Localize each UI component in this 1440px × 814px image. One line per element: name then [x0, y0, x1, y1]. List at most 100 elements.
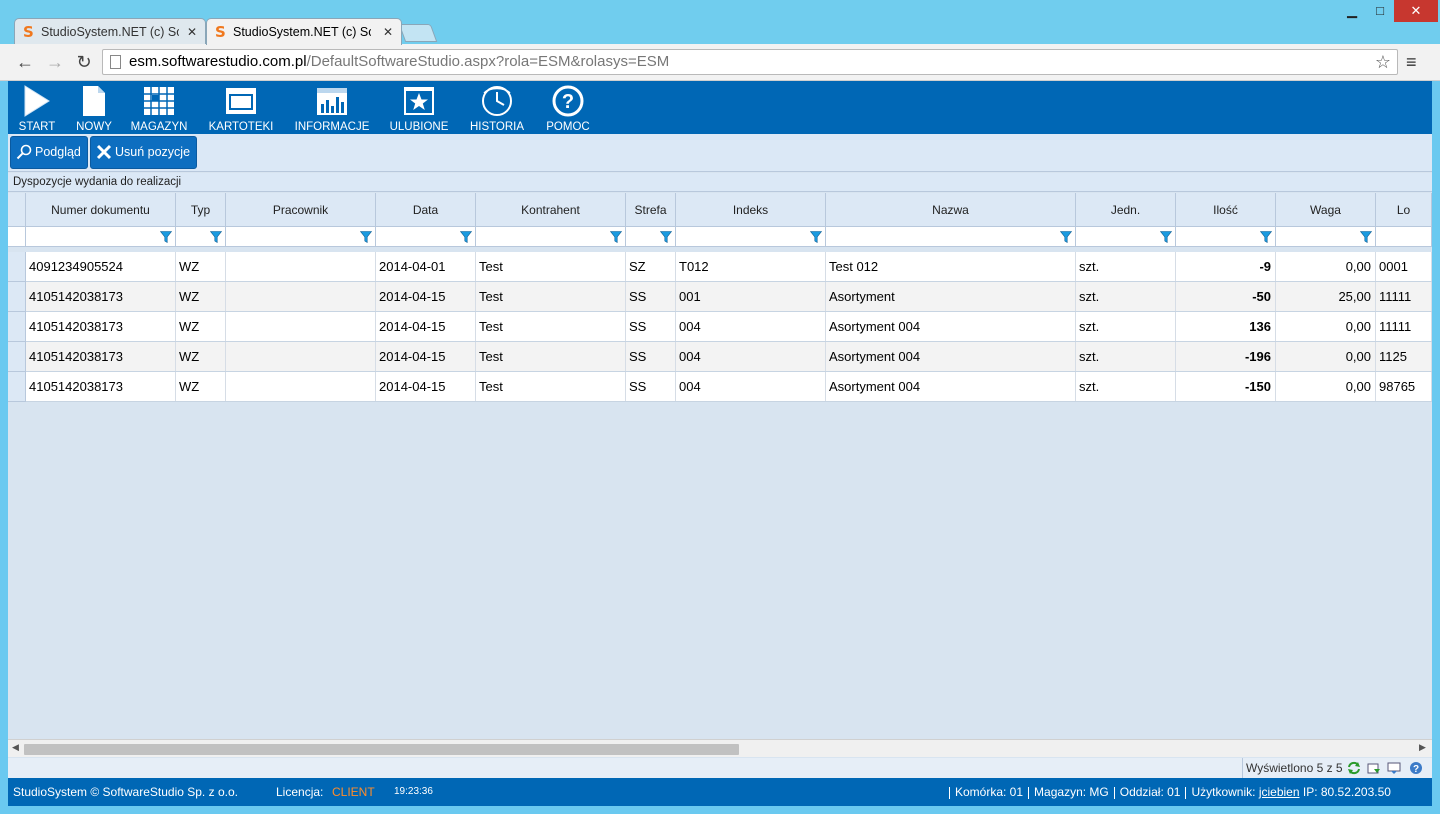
menu-item-historia[interactable]: HISTORIA — [464, 84, 530, 134]
cell-jedn: szt. — [1076, 342, 1176, 371]
cell-ilosc: -150 — [1176, 372, 1276, 401]
row-selector[interactable] — [8, 282, 26, 312]
filter-input-ilosc[interactable] — [1176, 227, 1276, 247]
filter-input-waga[interactable] — [1276, 227, 1376, 247]
scroll-right-icon[interactable]: ▶ — [1419, 742, 1426, 753]
address-bar[interactable]: esm.softwarestudio.com.pl/DefaultSoftwar… — [102, 49, 1398, 75]
menu-item-magazyn[interactable]: MAGAZYN — [128, 84, 190, 134]
menu-item-informacje[interactable]: INFORMACJE — [292, 84, 372, 134]
window-border — [8, 806, 1432, 814]
close-window-button[interactable]: ✕ — [1394, 0, 1438, 22]
filter-input-data[interactable] — [376, 227, 476, 247]
forward-arrow-icon[interactable]: → — [44, 52, 66, 72]
preview-button[interactable]: Podgląd — [10, 136, 88, 169]
filter-input-indeks[interactable] — [676, 227, 826, 247]
column-header-pracownik[interactable]: Pracownik — [226, 193, 376, 227]
filter-funnel-icon[interactable] — [1360, 231, 1372, 243]
filter-funnel-icon[interactable] — [1260, 231, 1272, 243]
row-selector[interactable] — [8, 312, 26, 342]
svg-text:?: ? — [562, 91, 574, 113]
import-icon[interactable] — [1387, 761, 1401, 775]
filter-funnel-icon[interactable] — [1160, 231, 1172, 243]
filter-funnel-icon[interactable] — [210, 231, 222, 243]
filter-funnel-icon[interactable] — [360, 231, 372, 243]
filter-input-jedn[interactable] — [1076, 227, 1176, 247]
bookmark-star-icon[interactable]: ☆ — [1375, 50, 1391, 74]
remove-items-button[interactable]: Usuń pozycje — [90, 136, 198, 169]
filter-input-typ[interactable] — [176, 227, 226, 247]
table-row[interactable]: 4091234905524 WZ 2014-04-01 Test SZ T012 Test … — [26, 252, 1432, 282]
browser-menu-icon[interactable]: ≡ — [1406, 52, 1424, 72]
filter-funnel-icon[interactable] — [660, 231, 672, 243]
browser-tab-1[interactable]: S StudioSystem.NET (c) Soft ✕ — [14, 18, 206, 45]
cell-strefa: SZ — [626, 252, 676, 281]
column-header-ilosc[interactable]: Ilość — [1176, 193, 1276, 227]
column-header-indeks[interactable]: Indeks — [676, 193, 826, 227]
filter-funnel-icon[interactable] — [610, 231, 622, 243]
menu-item-ulubione[interactable]: ULUBIONE — [386, 84, 452, 134]
table-row[interactable]: 4105142038173 WZ 2014-04-15 Test SS 001 Asorty… — [26, 282, 1432, 312]
main-menu: START NOWY MAGAZYN KARTOTEKI INFORMACJE … — [8, 81, 1432, 134]
column-header-waga[interactable]: Waga — [1276, 193, 1376, 227]
filter-input-kontrahent[interactable] — [476, 227, 626, 247]
refresh-icon[interactable] — [1347, 761, 1361, 775]
cell-pracownik — [226, 342, 376, 371]
back-arrow-icon[interactable]: ← — [14, 52, 36, 72]
scrollbar-thumb[interactable] — [24, 744, 739, 755]
column-header-typ[interactable]: Typ — [176, 193, 226, 227]
cell-ilosc: -196 — [1176, 342, 1276, 371]
cell-jedn: szt. — [1076, 372, 1176, 401]
menu-item-nowy[interactable]: NOWY — [72, 84, 116, 134]
menu-item-start[interactable]: START — [14, 84, 60, 134]
cell-numer-dokumentu: 4105142038173 — [26, 282, 176, 311]
export-icon[interactable] — [1367, 761, 1381, 775]
table-row[interactable]: 4105142038173 WZ 2014-04-15 Test SS 004 Asorty… — [26, 312, 1432, 342]
status-bar: StudioSystem © SoftwareStudio Sp. z o.o.… — [8, 778, 1432, 806]
minimize-button[interactable]: ▁ — [1338, 0, 1366, 22]
filter-input-nazwa[interactable] — [826, 227, 1076, 247]
cell-nazwa: Asortyment 004 — [826, 342, 1076, 371]
browser-navbar: ← → ↻ esm.softwarestudio.com.pl/DefaultS… — [0, 44, 1440, 81]
magnifier-icon — [16, 144, 32, 160]
filter-input-strefa[interactable] — [626, 227, 676, 247]
tab-close-icon[interactable]: ✕ — [187, 19, 197, 45]
column-header-jedn[interactable]: Jedn. — [1076, 193, 1176, 227]
row-selector[interactable] — [8, 252, 26, 282]
filter-input-pracownik[interactable] — [226, 227, 376, 247]
menu-label: INFORMACJE — [294, 121, 370, 133]
url-host: esm.softwarestudio.com.pl — [129, 53, 307, 70]
table-row[interactable]: 4105142038173 WZ 2014-04-15 Test SS 004 Asorty… — [26, 372, 1432, 402]
menu-item-pomoc[interactable]: ? POMOC — [542, 84, 594, 134]
scroll-left-icon[interactable]: ◀ — [12, 742, 19, 753]
filter-funnel-icon[interactable] — [810, 231, 822, 243]
cell-kontrahent: Test — [476, 252, 626, 281]
row-selector[interactable] — [8, 342, 26, 372]
row-selector[interactable] — [8, 372, 26, 402]
column-header-nazwa[interactable]: Nazwa — [826, 193, 1076, 227]
menu-item-kartoteki[interactable]: KARTOTEKI — [204, 84, 278, 134]
column-header-strefa[interactable]: Strefa — [626, 193, 676, 227]
new-tab-button[interactable] — [398, 24, 438, 42]
column-header-lokalizacja[interactable]: Lo — [1376, 193, 1432, 227]
filter-funnel-icon[interactable] — [1060, 231, 1072, 243]
cell-kontrahent: Test — [476, 312, 626, 341]
column-header-data[interactable]: Data — [376, 193, 476, 227]
browser-tab-2[interactable]: S StudioSystem.NET (c) Soft ✕ — [206, 18, 402, 45]
cell-waga: 25,00 — [1276, 282, 1376, 311]
filter-funnel-icon[interactable] — [160, 231, 172, 243]
column-header-kontrahent[interactable]: Kontrahent — [476, 193, 626, 227]
filter-input-numer-dokumentu[interactable] — [26, 227, 176, 247]
table-row[interactable]: 4105142038173 WZ 2014-04-15 Test SS 004 Asorty… — [26, 342, 1432, 372]
horizontal-scrollbar[interactable]: ◀ ▶ — [8, 739, 1432, 757]
cell-jedn: szt. — [1076, 252, 1176, 281]
filter-input-lokalizacja[interactable] — [1376, 227, 1432, 247]
browser-titlebar: S StudioSystem.NET (c) Soft ✕ S StudioSy… — [0, 0, 1440, 45]
reload-icon[interactable]: ↻ — [73, 52, 95, 72]
filter-funnel-icon[interactable] — [460, 231, 472, 243]
help-small-icon[interactable]: ? — [1409, 761, 1423, 775]
tab-close-icon[interactable]: ✕ — [383, 19, 393, 45]
user-link[interactable]: jciebien — [1259, 785, 1300, 799]
header-corner — [8, 193, 26, 227]
maximize-button[interactable]: □ — [1366, 0, 1394, 22]
column-header-numer-dokumentu[interactable]: Numer dokumentu — [26, 193, 176, 227]
